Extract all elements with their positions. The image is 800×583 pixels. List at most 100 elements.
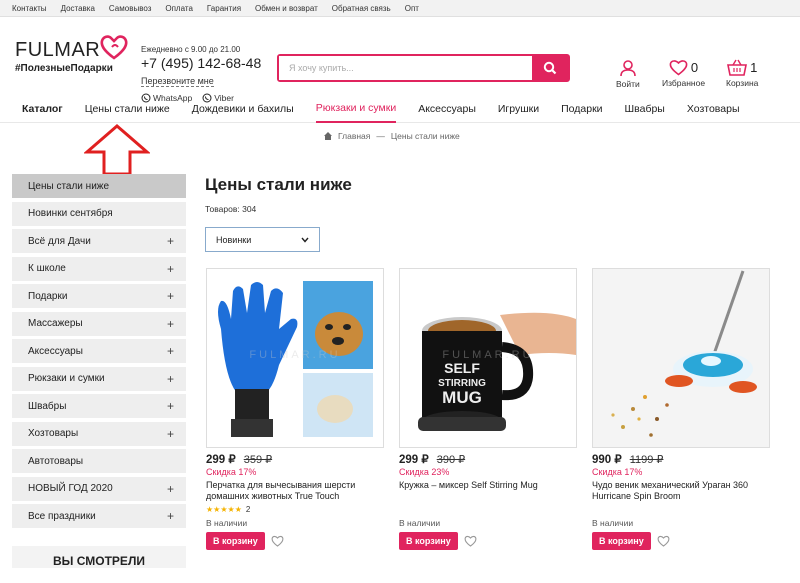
- old-price: 359 ₽: [243, 454, 273, 466]
- user-icon: [620, 60, 636, 77]
- product-image-mug[interactable]: SELF STIRRING MUG FULMAR.RU: [399, 268, 577, 448]
- sort-select[interactable]: Новинки: [205, 227, 320, 252]
- sidebar-item-label: Подарки: [28, 290, 68, 302]
- work-hours: Ежедневно с 9.00 до 21.00: [141, 45, 241, 54]
- header: FULMAR #ПолезныеПодарки Ежедневно с 9.00…: [0, 17, 800, 103]
- heart-outline-icon[interactable]: [271, 535, 284, 547]
- nav-item-gifts[interactable]: Подарки: [561, 95, 602, 123]
- expand-plus-icon[interactable]: +: [167, 317, 174, 331]
- nav-item-toys[interactable]: Игрушки: [498, 95, 539, 123]
- chevron-down-icon: [301, 237, 309, 243]
- expand-plus-icon[interactable]: +: [167, 427, 174, 441]
- sidebar-item-september-new[interactable]: Новинки сентября: [12, 201, 186, 226]
- stock-status: В наличии: [592, 518, 634, 528]
- broom-image: [593, 269, 769, 447]
- add-to-cart-button[interactable]: В корзину: [399, 532, 458, 550]
- top-links-bar: Контакты Доставка Самовывоз Оплата Гаран…: [0, 0, 800, 17]
- sidebar-item-label: К школе: [28, 263, 66, 274]
- heart-logo-icon: [100, 35, 128, 60]
- recently-viewed-heading: ВЫ СМОТРЕЛИ: [12, 546, 186, 568]
- topbar-link-delivery[interactable]: Доставка: [61, 4, 95, 13]
- nav-item-household[interactable]: Хозтовары: [687, 95, 740, 123]
- expand-plus-icon[interactable]: +: [167, 399, 174, 413]
- nav-item-price-drop[interactable]: Цены стали ниже: [85, 95, 170, 123]
- current-price: 299 ₽: [206, 454, 236, 466]
- search-button[interactable]: [532, 56, 568, 80]
- cart-label: Корзина: [726, 78, 759, 88]
- add-to-cart-button[interactable]: В корзину: [592, 532, 651, 550]
- red-up-arrow-annotation: [84, 124, 150, 176]
- topbar-link-pickup[interactable]: Самовывоз: [109, 4, 151, 13]
- category-sidebar: Цены стали ниже Новинки сентября Всё для…: [12, 174, 186, 532]
- sidebar-item-label: Цены стали ниже: [28, 180, 110, 192]
- discount-label: Скидка 23%: [399, 467, 450, 477]
- nav-item-accessories[interactable]: Аксессуары: [418, 95, 476, 123]
- heart-outline-icon[interactable]: [657, 535, 670, 547]
- sidebar-item-label: Всё для Дачи: [28, 235, 91, 247]
- watermark: FULMAR.RU: [249, 349, 341, 361]
- sidebar-item-gifts[interactable]: Подарки +: [12, 284, 186, 308]
- nav-item-bags[interactable]: Рюкзаки и сумки: [315, 95, 397, 123]
- old-price: 390 ₽: [436, 454, 466, 466]
- sidebar-item-label: Аксессуары: [28, 345, 83, 357]
- product-image-broom[interactable]: [592, 268, 770, 448]
- expand-plus-icon[interactable]: +: [167, 344, 174, 358]
- login-label: Войти: [616, 79, 640, 89]
- sidebar-item-auto[interactable]: Автотовары: [12, 449, 186, 473]
- heart-outline-icon[interactable]: [464, 535, 477, 547]
- product-price: 990 ₽ 1199 ₽: [592, 452, 772, 466]
- sidebar-item-holidays[interactable]: Все праздники +: [12, 504, 186, 528]
- sidebar-item-label: Все праздники: [28, 510, 96, 522]
- topbar-link-warranty[interactable]: Гарантия: [207, 4, 241, 13]
- nav-item-catalog[interactable]: Каталог: [22, 95, 63, 123]
- sidebar-item-garden[interactable]: Всё для Дачи +: [12, 229, 186, 253]
- sidebar-item-school[interactable]: К школе +: [12, 256, 186, 281]
- breadcrumb-home[interactable]: Главная: [338, 131, 370, 141]
- expand-plus-icon[interactable]: +: [167, 372, 174, 386]
- cart-button[interactable]: 1 Корзина: [726, 59, 758, 88]
- expand-plus-icon[interactable]: +: [167, 234, 174, 248]
- product-name[interactable]: Перчатка для вычесывания шерсти домашних…: [206, 480, 386, 502]
- nav-item-mops[interactable]: Швабры: [625, 95, 665, 123]
- rating: [592, 504, 772, 514]
- nav-item-raincoats[interactable]: Дождевики и бахилы: [192, 95, 294, 123]
- search-input[interactable]: [279, 56, 532, 80]
- favorites-count: 0: [690, 60, 699, 75]
- product-image-glove[interactable]: FULMAR.RU: [206, 268, 384, 448]
- sidebar-item-accessories[interactable]: Аксессуары +: [12, 339, 186, 363]
- rating: ★★★★★ 2: [206, 504, 386, 514]
- home-icon: [324, 132, 332, 140]
- login-button[interactable]: Войти: [616, 59, 640, 89]
- search-icon: [543, 61, 557, 75]
- favorites-button[interactable]: 0 Избранное: [662, 59, 705, 88]
- product-name[interactable]: Чудо веник механический Ураган 360 Hurri…: [592, 480, 772, 502]
- sidebar-item-massagers[interactable]: Массажеры +: [12, 311, 186, 336]
- topbar-link-wholesale[interactable]: Опт: [405, 4, 419, 13]
- topbar-link-feedback[interactable]: Обратная связь: [332, 4, 391, 13]
- current-price: 299 ₽: [399, 454, 429, 466]
- expand-plus-icon[interactable]: +: [167, 482, 174, 496]
- sidebar-item-bags[interactable]: Рюкзаки и сумки +: [12, 366, 186, 391]
- mug-print-line1: SELF: [444, 360, 480, 376]
- topbar-link-payment[interactable]: Оплата: [165, 4, 193, 13]
- sort-selected-value: Новинки: [216, 234, 252, 245]
- expand-plus-icon[interactable]: +: [167, 289, 174, 303]
- current-price: 990 ₽: [592, 454, 622, 466]
- breadcrumb-current: Цены стали ниже: [390, 131, 460, 141]
- topbar-link-returns[interactable]: Обмен и возврат: [255, 4, 318, 13]
- topbar-link-contacts[interactable]: Контакты: [12, 4, 47, 13]
- stock-status: В наличии: [206, 518, 248, 528]
- sidebar-item-household[interactable]: Хозтовары +: [12, 421, 186, 446]
- logo[interactable]: FULMAR #ПолезныеПодарки: [15, 35, 128, 74]
- expand-plus-icon[interactable]: +: [167, 509, 174, 523]
- sidebar-item-new-year[interactable]: НОВЫЙ ГОД 2020 +: [12, 476, 186, 501]
- add-to-cart-button[interactable]: В корзину: [206, 532, 265, 550]
- favorites-label: Избранное: [662, 78, 706, 88]
- review-count[interactable]: 2: [246, 505, 250, 514]
- sidebar-item-mops[interactable]: Швабры +: [12, 394, 186, 418]
- expand-plus-icon[interactable]: +: [167, 262, 174, 276]
- phone-number[interactable]: +7 (495) 142-68-48: [141, 55, 261, 71]
- product-name[interactable]: Кружка – миксер Self Stirring Mug: [399, 480, 579, 502]
- sidebar-item-price-drop[interactable]: Цены стали ниже: [12, 174, 186, 198]
- callback-link[interactable]: Перезвоните мне: [141, 76, 214, 87]
